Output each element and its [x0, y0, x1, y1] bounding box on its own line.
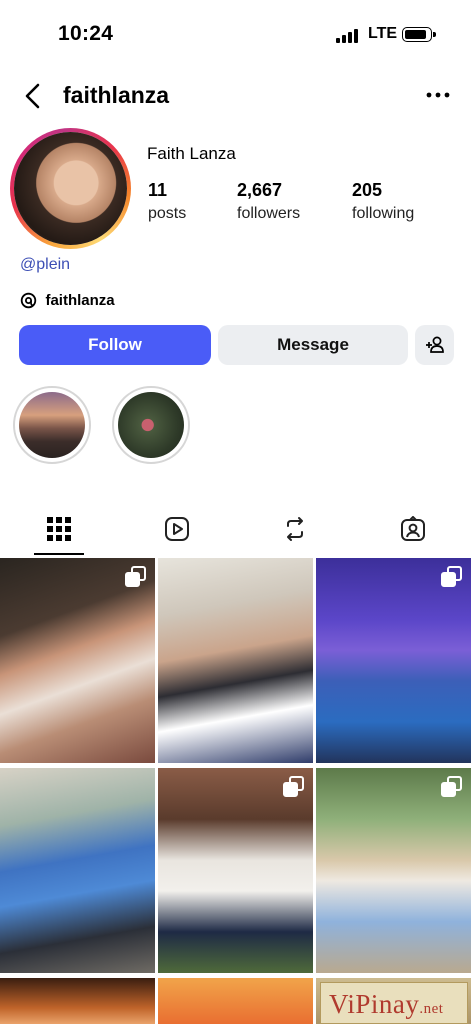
watermark-suffix: .net: [419, 1001, 444, 1017]
followers-stat[interactable]: 2,667 followers: [237, 180, 300, 223]
follow-button[interactable]: Follow: [19, 325, 211, 365]
grid-icon: [47, 517, 71, 541]
username-title: faithlanza: [63, 82, 170, 108]
signal-icon: [336, 27, 360, 43]
bio-link[interactable]: @plein: [20, 256, 70, 274]
post-thumbnail[interactable]: [158, 558, 313, 763]
profile-header: faithlanza: [0, 72, 472, 120]
site-watermark: ViPinay.net: [320, 982, 468, 1024]
carousel-icon: [125, 566, 147, 588]
tab-reels[interactable]: [118, 508, 236, 556]
posts-stat: 11 posts: [148, 180, 186, 223]
story-highlight-2[interactable]: [112, 386, 190, 464]
following-count: 205: [352, 180, 383, 200]
carousel-icon: [441, 776, 463, 798]
post-thumbnail[interactable]: [316, 768, 471, 973]
posts-label: posts: [148, 205, 187, 222]
network-type: LTE: [368, 25, 398, 42]
following-stat[interactable]: 205 following: [352, 180, 414, 223]
post-thumbnail[interactable]: [158, 978, 313, 1024]
status-bar: 10:24 LTE: [0, 0, 472, 60]
back-icon[interactable]: [22, 82, 46, 110]
tab-tagged[interactable]: [354, 508, 472, 556]
suggest-people-button[interactable]: [415, 325, 454, 365]
threads-handle: faithlanza: [45, 292, 115, 310]
threads-badge[interactable]: faithlanza: [20, 292, 115, 314]
more-options-icon[interactable]: [426, 86, 450, 106]
followers-label: followers: [237, 205, 301, 222]
story-highlight-1[interactable]: [13, 386, 91, 464]
post-thumbnail[interactable]: [0, 978, 155, 1024]
carousel-icon: [441, 566, 463, 588]
followers-count: 2,667: [237, 180, 283, 200]
post-thumbnail[interactable]: [316, 558, 471, 763]
full-name: Faith Lanza: [147, 144, 236, 163]
battery-icon: [402, 27, 436, 42]
profile-tabs: [0, 508, 472, 556]
threads-icon: [20, 292, 37, 309]
carousel-icon: [283, 776, 305, 798]
tagged-icon: [401, 516, 425, 541]
active-tab-indicator: [34, 553, 84, 555]
reels-icon: [165, 517, 189, 541]
tab-posts-grid[interactable]: [0, 508, 118, 556]
post-thumbnail[interactable]: [0, 768, 155, 973]
profile-avatar[interactable]: [10, 128, 131, 249]
tab-reposts[interactable]: [236, 508, 354, 556]
status-time: 10:24: [58, 22, 114, 45]
add-person-icon: [425, 336, 444, 353]
post-thumbnail[interactable]: [158, 768, 313, 973]
following-label: following: [352, 205, 415, 222]
post-thumbnail[interactable]: [0, 558, 155, 763]
posts-count: 11: [148, 180, 168, 200]
message-button[interactable]: Message: [218, 325, 408, 365]
reposts-icon: [287, 517, 303, 541]
avatar-photo: [14, 132, 127, 245]
watermark-brand: ViPinay: [329, 989, 420, 1019]
